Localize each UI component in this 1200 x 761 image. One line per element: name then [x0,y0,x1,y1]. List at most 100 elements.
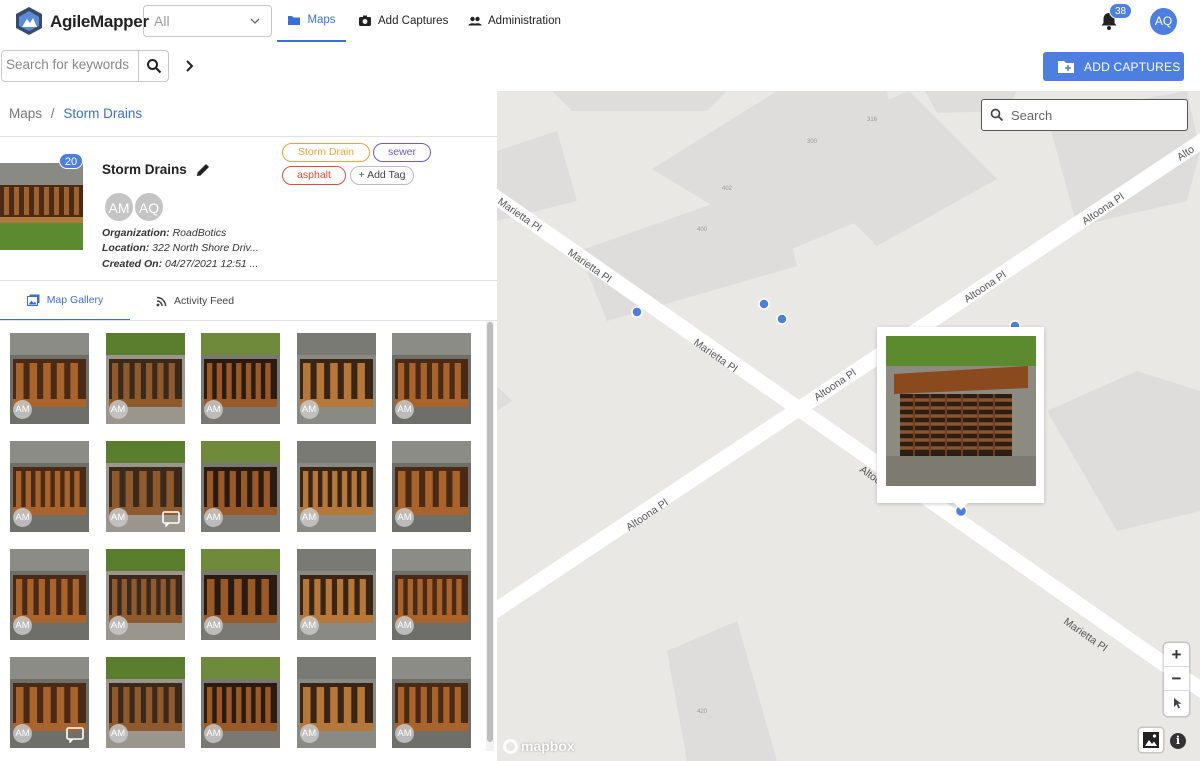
map-filter-value: All [154,13,170,29]
gallery-thumbnail[interactable]: AM [296,333,376,424]
building-number: 402 [722,186,733,192]
map-cover-image[interactable] [0,163,83,250]
uploader-avatar: AM [108,616,128,635]
organization-line: Organization: RoadBotics [102,227,226,239]
gallery-thumbnail[interactable]: AM [105,549,185,640]
folder-add-icon [1058,61,1074,73]
image-layer-icon [1143,732,1159,748]
tab-administration-label: Administration [488,15,561,27]
breadcrumb-root[interactable]: Maps [9,106,42,121]
gallery-thumbnail[interactable]: AM [105,657,185,748]
gallery-scrollbar-thumb[interactable] [487,322,493,742]
gallery-thumbnail[interactable]: AM [392,441,471,532]
tab-add-captures[interactable]: Add Captures [358,0,448,42]
divider [0,136,497,137]
keyword-search-button[interactable] [138,51,168,81]
map-filter-select[interactable]: All [143,5,272,37]
uploader-avatar: AM [299,508,319,527]
gallery-thumbnail[interactable]: AM [105,441,185,532]
add-tag-button[interactable]: + Add Tag [350,166,414,185]
tag-chip[interactable]: sewer [373,143,431,162]
zoom-out-button[interactable]: − [1164,667,1189,691]
gallery-thumbnail[interactable]: AM [10,441,89,532]
building-number: 316 [867,117,878,123]
comment-icon[interactable] [66,727,84,743]
tab-activity-feed[interactable]: Activity Feed [156,281,234,321]
uploader-avatar: AM [108,508,128,527]
uploader-avatar: AM [13,400,32,419]
gallery-thumbnail[interactable]: AM [105,333,185,424]
keyword-search [1,50,169,82]
gallery-thumbnail[interactable]: AM [392,549,471,640]
panel-tabs: Map Gallery Activity Feed [0,281,497,321]
storm-drain-photo [886,336,1036,486]
gallery-thumbnail[interactable]: AM [296,549,376,640]
uploader-avatar: AM [395,724,414,743]
gallery-thumbnail[interactable]: AM [296,657,376,748]
compass-button[interactable] [1164,691,1189,715]
user-avatar[interactable]: AQ [1150,8,1177,35]
comment-icon[interactable] [161,511,180,527]
created-line: Created On: 04/27/2021 12:51 ... [102,258,258,270]
street-label: Altoona Pl [812,367,858,404]
uploader-avatar: AM [395,616,414,635]
top-bar: AgileMapper All Maps Add Captures Admini… [0,0,1200,44]
member-avatar[interactable]: AQ [134,192,164,222]
map-search-input[interactable] [1011,108,1171,123]
breadcrumb-separator: / [50,106,55,121]
map-canvas: 316 300 402 400 420 Marietta Pl Marietta… [497,91,1200,761]
keyword-search-input[interactable] [6,57,136,72]
map-title: Storm Drains [102,162,187,177]
tag-chip[interactable]: Storm Drain [282,143,370,162]
gallery-thumbnail[interactable]: AM [10,333,89,424]
organization-value: RoadBotics [172,227,227,239]
tab-add-captures-label: Add Captures [378,15,449,27]
gallery-thumbnail[interactable]: AM [392,657,471,748]
gallery-thumbnail[interactable]: AM [296,441,376,532]
capture-popup-photo[interactable] [886,336,1036,486]
building-number: 420 [697,709,708,715]
search-icon [990,108,1004,122]
attribution-info-button[interactable]: i [1170,733,1186,749]
gallery-thumbnail[interactable]: AM [392,333,471,424]
tab-map-gallery[interactable]: Map Gallery [0,281,130,321]
gallery-thumbnail[interactable]: AM [10,549,89,640]
app-brand[interactable]: AgileMapper [50,12,149,32]
tab-administration[interactable]: Administration [468,0,561,42]
gallery-thumbnail[interactable]: AM [201,657,280,748]
gallery-icon [26,294,40,306]
folder-icon [288,16,301,25]
gallery-thumbnail[interactable]: AM [10,657,89,748]
uploader-avatar: AM [395,508,414,527]
capture-marker [631,306,643,318]
map-view[interactable]: 316 300 402 400 420 Marietta Pl Marietta… [497,91,1200,761]
uploader-avatar: AM [299,724,319,743]
chevron-down-icon [250,18,260,24]
building-number: 300 [807,139,818,145]
divider [0,320,497,321]
map-style-button[interactable] [1139,728,1163,752]
breadcrumb-current[interactable]: Storm Drains [63,106,142,121]
app-logo-icon[interactable] [14,6,44,36]
people-icon [468,16,482,26]
chevron-right-icon[interactable] [182,58,196,74]
pencil-icon[interactable] [195,162,211,178]
gallery-scrollbar[interactable] [486,321,494,751]
mapbox-logo[interactable]: mapbox [503,738,575,754]
tab-activity-feed-label: Activity Feed [174,295,235,307]
gallery-thumbnail[interactable]: AM [201,441,280,532]
location-value: 322 North Shore Driv... [152,242,259,254]
gallery-thumbnail[interactable]: AM [201,333,280,424]
compass-icon [1173,698,1181,709]
tab-maps[interactable]: Maps [277,0,346,42]
zoom-in-button[interactable]: + [1164,643,1189,667]
search-icon [146,59,161,74]
created-value: 04/27/2021 12:51 ... [165,258,259,270]
capture-popup[interactable] [877,327,1044,510]
notification-badge: 38 [1109,3,1132,19]
tag-chip[interactable]: asphalt [282,166,346,185]
add-captures-button[interactable]: ADD CAPTURES [1043,52,1184,81]
member-avatar[interactable]: AM [104,192,134,222]
map-details-panel: Maps / Storm Drains 20 Storm Drains AM A… [0,91,497,761]
gallery-thumbnail[interactable]: AM [201,549,280,640]
